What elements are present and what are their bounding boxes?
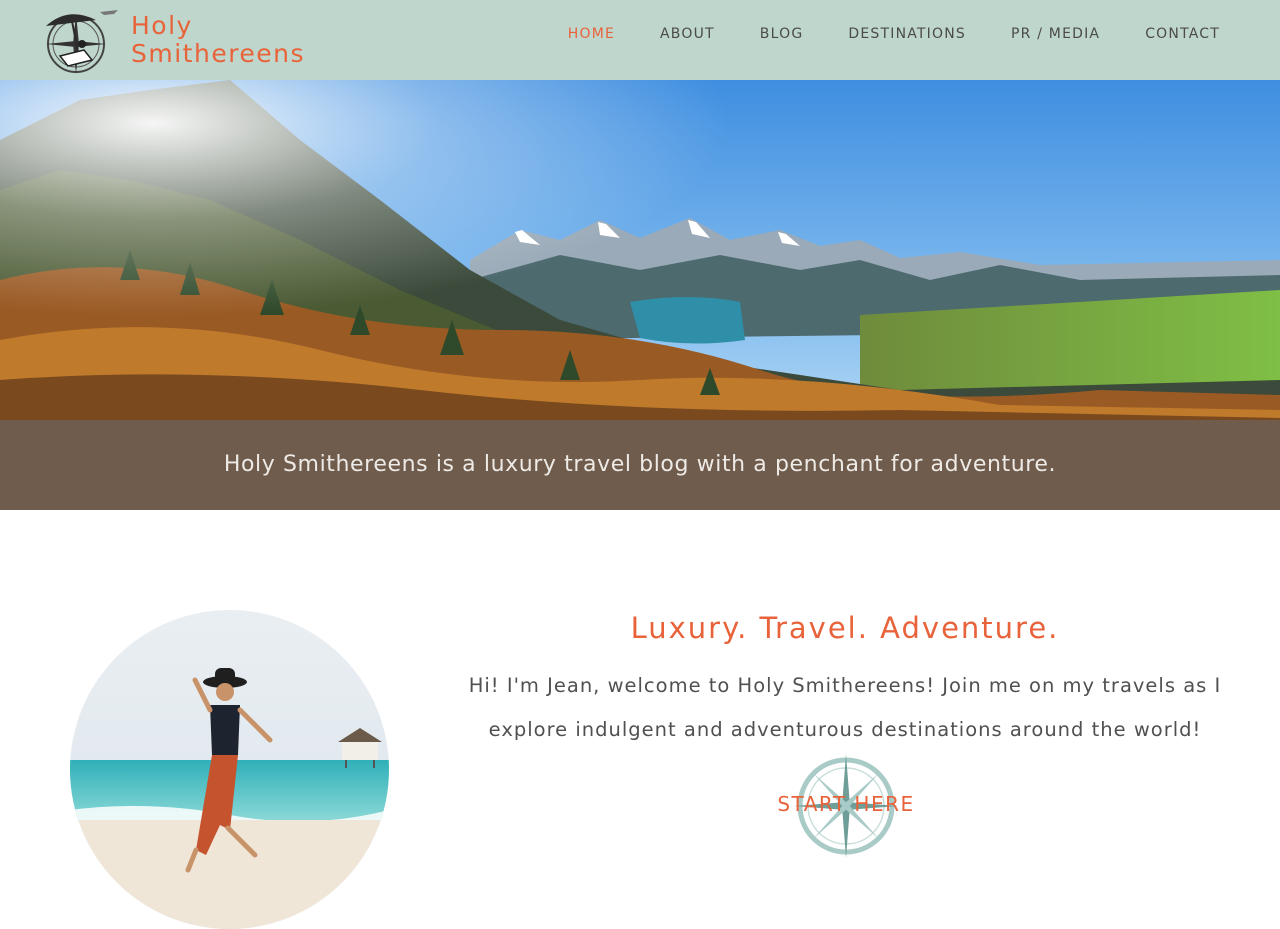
nav-about[interactable]: ABOUT <box>660 26 715 42</box>
nav-blog[interactable]: BLOG <box>760 26 804 42</box>
site-header: Holy Smithereens HOME ABOUT BLOG DESTINA… <box>0 0 1280 80</box>
intro-section: Luxury. Travel. Adventure. Hi! I'm Jean,… <box>450 608 1240 752</box>
main-nav: HOME ABOUT BLOG DESTINATIONS PR / MEDIA … <box>523 0 1220 68</box>
intro-heading: Luxury. Travel. Adventure. <box>630 611 1060 645</box>
author-portrait <box>70 610 389 929</box>
hero-banner: Holy Smithereens is a luxury travel blog… <box>0 80 1280 510</box>
tagline-band: Holy Smithereens is a luxury travel blog… <box>0 420 1280 510</box>
logo-line-2: Smithereens <box>131 39 306 68</box>
start-here-button[interactable]: START HERE <box>768 752 924 862</box>
start-here-label: START HERE <box>777 792 915 816</box>
nav-destinations[interactable]: DESTINATIONS <box>848 26 966 42</box>
hero-tagline: Holy Smithereens is a luxury travel blog… <box>223 451 1057 477</box>
nav-home[interactable]: HOME <box>568 26 615 42</box>
intro-body: Hi! I'm Jean, welcome to Holy Smithereen… <box>468 674 1222 741</box>
site-logo[interactable]: Holy Smithereens <box>38 4 318 76</box>
logo-line-1: Holy <box>131 11 193 40</box>
compass-umbrella-logo-icon <box>46 10 118 74</box>
beach-portrait-image <box>70 610 389 929</box>
nav-pr-media[interactable]: PR / MEDIA <box>1011 26 1100 42</box>
logo-wordmark: Holy Smithereens <box>131 12 305 68</box>
nav-contact[interactable]: CONTACT <box>1145 26 1220 42</box>
